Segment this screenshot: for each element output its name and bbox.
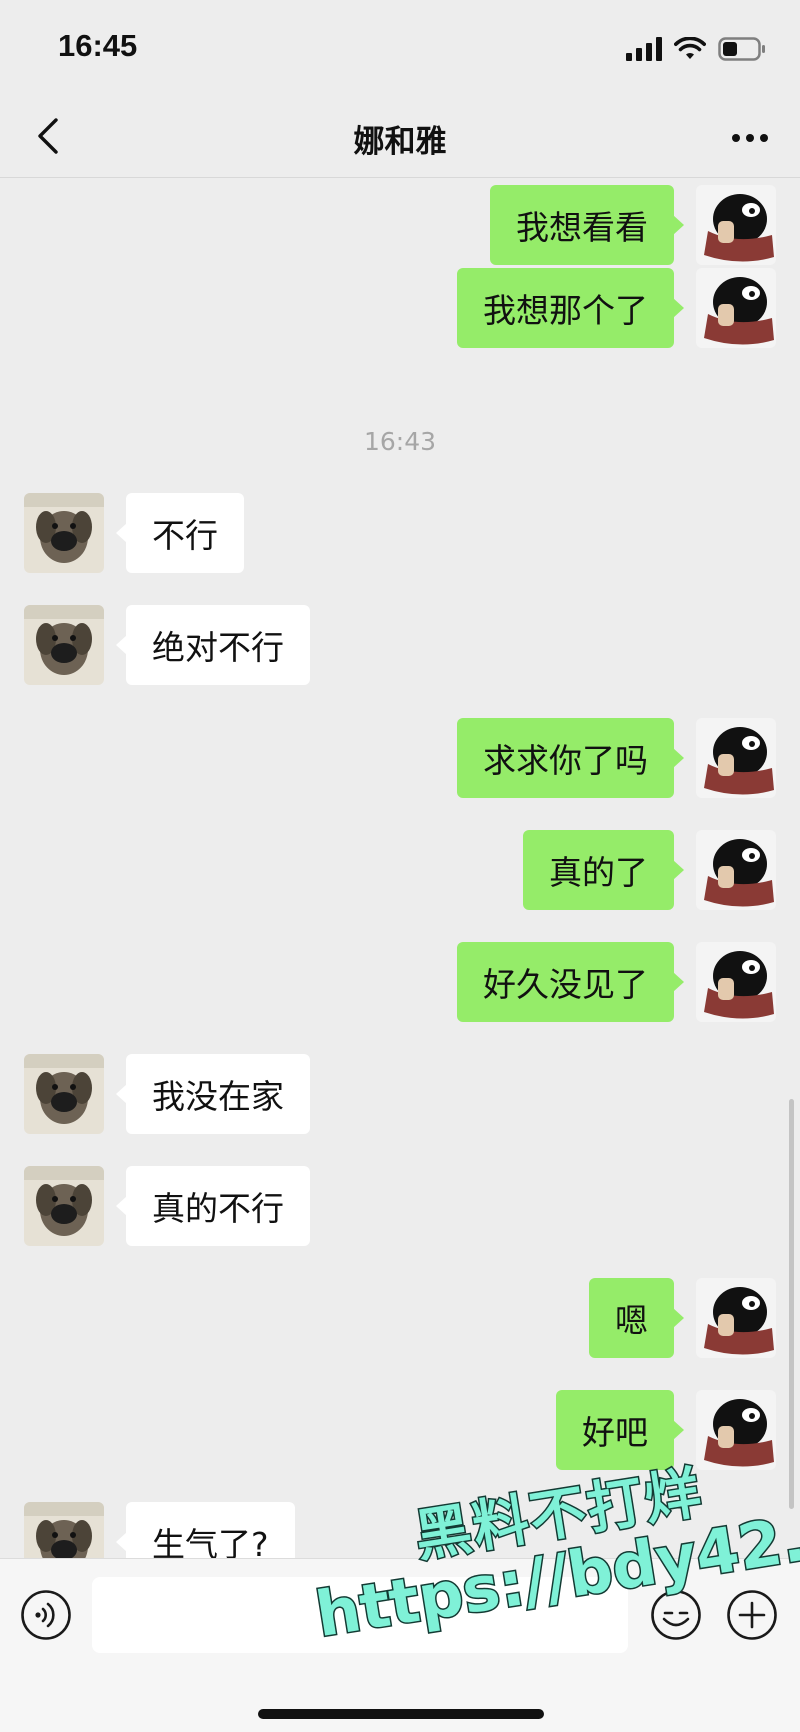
- message-bubble[interactable]: 我想看看: [490, 185, 684, 265]
- contact-avatar[interactable]: [24, 605, 104, 685]
- scrollbar[interactable]: [789, 1099, 794, 1509]
- my-avatar[interactable]: [696, 1278, 776, 1358]
- message-received: 绝对不行: [0, 605, 800, 685]
- message-received: 我没在家: [0, 1054, 800, 1134]
- status-bar: 16:45: [0, 0, 800, 96]
- voice-button[interactable]: [20, 1589, 72, 1641]
- chat-history[interactable]: 我想看看 我想那个了 16:43 不行 绝对不行 求求你了吗 真的了 好久没见了…: [0, 179, 800, 1558]
- wifi-icon: [674, 37, 706, 59]
- message-input[interactable]: [92, 1577, 628, 1653]
- my-avatar[interactable]: [696, 185, 776, 265]
- contact-avatar[interactable]: [24, 1166, 104, 1246]
- contact-avatar[interactable]: [24, 493, 104, 573]
- chat-title: 娜和雅: [353, 124, 447, 160]
- message-bubble[interactable]: 好吧: [556, 1390, 684, 1470]
- status-time: 16:45: [58, 28, 138, 63]
- voice-icon: [21, 1590, 71, 1640]
- message-sent: 我想看看: [0, 185, 800, 265]
- more-button[interactable]: [728, 118, 772, 158]
- message-sent: 我想那个了: [0, 268, 800, 348]
- message-bubble[interactable]: 好久没见了: [457, 942, 684, 1022]
- message-bubble[interactable]: 绝对不行: [116, 605, 310, 685]
- plus-icon: [727, 1590, 777, 1640]
- message-bubble[interactable]: 我想那个了: [457, 268, 684, 348]
- input-bar: [0, 1558, 800, 1732]
- battery-icon: [718, 37, 765, 61]
- message-sent: 嗯: [0, 1278, 800, 1358]
- contact-avatar[interactable]: [24, 1502, 104, 1558]
- my-avatar[interactable]: [696, 718, 776, 798]
- message-bubble[interactable]: 真的不行: [116, 1166, 310, 1246]
- message-received: 生气了?: [0, 1502, 800, 1558]
- my-avatar[interactable]: [696, 830, 776, 910]
- message-sent: 好久没见了: [0, 942, 800, 1022]
- more-functions-button[interactable]: [726, 1589, 778, 1641]
- message-bubble[interactable]: 真的了: [523, 830, 684, 910]
- emoji-icon: [651, 1590, 701, 1640]
- message-bubble[interactable]: 我没在家: [116, 1054, 310, 1134]
- message-sent: 真的了: [0, 830, 800, 910]
- message-bubble[interactable]: 生气了?: [116, 1502, 295, 1558]
- contact-avatar[interactable]: [24, 1054, 104, 1134]
- message-bubble[interactable]: 求求你了吗: [457, 718, 684, 798]
- message-sent: 好吧: [0, 1390, 800, 1470]
- my-avatar[interactable]: [696, 268, 776, 348]
- more-icon: [732, 134, 768, 142]
- status-icons: [626, 34, 766, 64]
- signal-icon: [626, 37, 662, 61]
- my-avatar[interactable]: [696, 942, 776, 1022]
- nav-bar: 娜和雅: [0, 96, 800, 178]
- message-bubble[interactable]: 不行: [116, 493, 244, 573]
- timestamp: 16:43: [363, 427, 437, 456]
- home-indicator: [258, 1709, 544, 1719]
- message-received: 不行: [0, 493, 800, 573]
- my-avatar[interactable]: [696, 1390, 776, 1470]
- message-received: 真的不行: [0, 1166, 800, 1246]
- message-bubble[interactable]: 嗯: [589, 1278, 684, 1358]
- message-sent: 求求你了吗: [0, 718, 800, 798]
- emoji-button[interactable]: [650, 1589, 702, 1641]
